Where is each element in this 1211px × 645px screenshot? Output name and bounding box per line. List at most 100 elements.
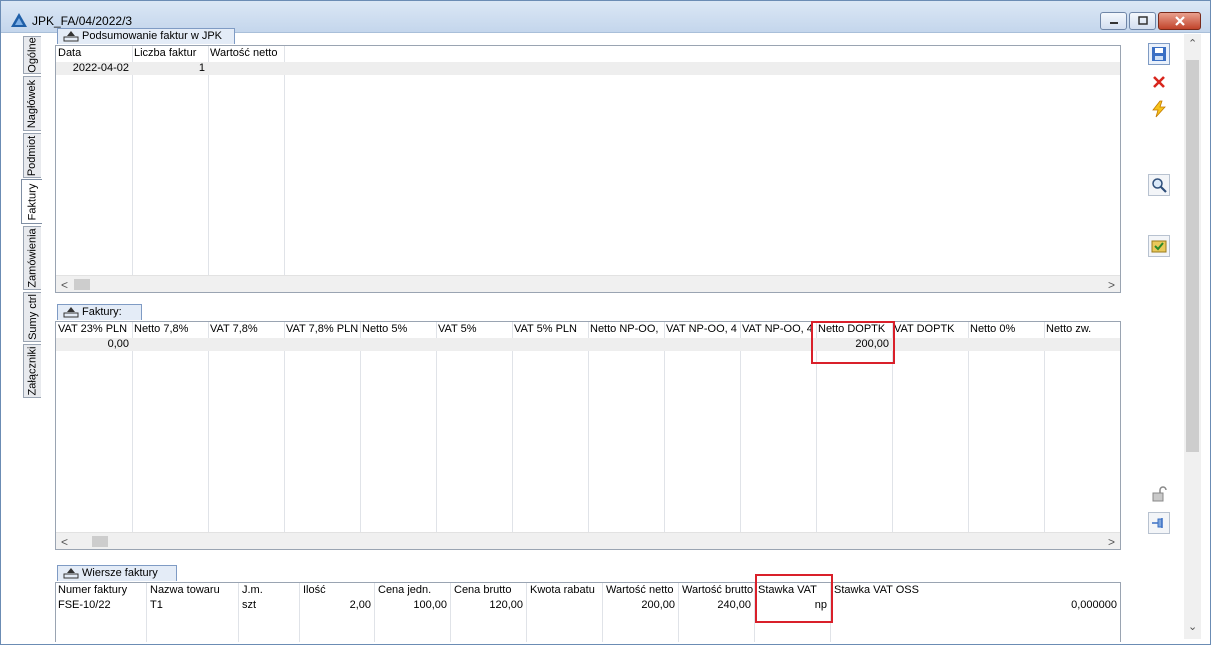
column-header[interactable]: J.m. <box>240 583 299 597</box>
column-divider <box>208 46 209 292</box>
table-row[interactable]: FSE-10/22 T1 szt 2,00 100,00 120,00 200,… <box>56 599 1120 612</box>
cell-unit: szt <box>242 599 257 611</box>
cell-net-value <box>208 62 284 75</box>
cell-vat-23-pln: 0,00 <box>107 338 129 350</box>
tab-naglowek[interactable]: Nagłówek <box>23 76 41 131</box>
column-divider <box>968 322 969 549</box>
column-header[interactable]: VAT NP-OO, 4 <box>664 322 740 336</box>
highlight-vat-rate <box>755 574 833 623</box>
delete-button[interactable] <box>1148 71 1170 93</box>
cell-invoice-number: FSE-10/22 <box>58 599 111 611</box>
cell-gross-price: 120,00 <box>489 599 523 611</box>
pin-button[interactable] <box>1148 512 1170 534</box>
column-divider <box>132 322 133 549</box>
column-divider <box>526 583 527 642</box>
column-header[interactable]: VAT DOPTK <box>892 322 968 336</box>
close-button[interactable] <box>1158 12 1201 30</box>
column-divider <box>238 583 239 642</box>
scroll-thumb[interactable] <box>74 279 90 290</box>
cell-extra-value: 0,000000 <box>1071 599 1117 611</box>
column-divider <box>374 583 375 642</box>
maximize-button[interactable] <box>1129 12 1156 30</box>
cell-net-value: 200,00 <box>641 599 675 611</box>
scroll-thumb[interactable] <box>92 536 108 547</box>
invoice-lines-section-tab[interactable]: Wiersze faktury <box>57 565 177 581</box>
cell-unit-price: 100,00 <box>413 599 447 611</box>
summary-section-tab[interactable]: Podsumowanie faktur w JPK <box>57 28 235 44</box>
tab-sumy-ctrl[interactable]: Sumy ctrl <box>23 292 41 342</box>
column-header[interactable]: VAT 7,8% <box>208 322 284 336</box>
approve-button[interactable] <box>1148 235 1170 257</box>
column-header[interactable]: Wartość brutto <box>680 583 754 597</box>
column-divider <box>208 322 209 549</box>
table-row[interactable]: 0,00 200,00 <box>56 338 1120 351</box>
jpk-window: JPK_FA/04/2022/3 Ogólne Nagłówek Podmiot… <box>0 0 1211 645</box>
horizontal-scrollbar[interactable]: < > <box>56 532 1120 549</box>
unlock-icon <box>1152 486 1167 502</box>
vertical-scrollbar[interactable]: ⌃ ⌄ <box>1184 34 1201 639</box>
tab-faktury[interactable]: Faktury <box>21 179 42 224</box>
column-divider <box>284 46 285 292</box>
table-row[interactable]: 2022-04-02 1 <box>56 62 1120 75</box>
column-header[interactable]: Netto 5% <box>360 322 436 336</box>
minimize-button[interactable] <box>1100 12 1127 30</box>
cell-quantity: 2,00 <box>349 599 371 611</box>
column-header[interactable]: VAT 5% <box>436 322 512 336</box>
tab-ogolne[interactable]: Ogólne <box>23 36 41 74</box>
column-header[interactable]: Kwota rabatu <box>528 583 602 597</box>
column-divider <box>664 322 665 549</box>
column-header[interactable]: Wartość netto <box>208 46 284 60</box>
column-header[interactable]: Netto zw. <box>1044 322 1120 336</box>
tab-zalaczniki[interactable]: Załączniki <box>23 344 41 398</box>
tab-podmiot[interactable]: Podmiot <box>23 133 41 178</box>
column-divider <box>740 322 741 549</box>
delete-icon <box>1153 76 1165 88</box>
invoice-lines-grid[interactable]: Numer faktury Nazwa towaru J.m. Ilość Ce… <box>55 582 1121 642</box>
scroll-down-icon[interactable]: ⌄ <box>1188 620 1197 633</box>
column-header[interactable]: Netto NP-OO, <box>588 322 664 336</box>
app-logo-icon <box>11 13 27 30</box>
save-button[interactable] <box>1148 43 1170 65</box>
scroll-up-icon[interactable]: ⌃ <box>1188 37 1197 50</box>
invoices-section-tab[interactable]: Faktury: <box>57 304 142 320</box>
scroll-left-icon[interactable]: < <box>61 535 68 549</box>
cell-item-name: T1 <box>150 599 163 611</box>
column-divider <box>436 322 437 549</box>
column-header[interactable]: Cena brutto <box>452 583 526 597</box>
cell-gross-value: 240,00 <box>717 599 751 611</box>
column-divider <box>132 46 133 292</box>
invoices-grid[interactable]: VAT 23% PLN Netto 7,8% VAT 7,8% VAT 7,8%… <box>55 321 1121 550</box>
minimize-icon <box>1109 22 1118 24</box>
column-divider <box>1044 322 1045 549</box>
column-header[interactable]: Numer faktury <box>56 583 146 597</box>
column-header[interactable]: Liczba faktur <box>132 46 208 60</box>
scroll-thumb[interactable] <box>1186 60 1199 452</box>
summary-grid[interactable]: Data Liczba faktur Wartość netto 2022-04… <box>55 45 1121 293</box>
horizontal-scrollbar[interactable]: < > <box>56 275 1120 292</box>
column-header[interactable]: VAT 7,8% PLN <box>284 322 360 336</box>
tab-zamowienia[interactable]: Zamówienia <box>23 226 41 290</box>
cell-date: 2022-04-02 <box>72 62 129 74</box>
scroll-right-icon[interactable]: > <box>1108 278 1115 292</box>
column-header[interactable] <box>936 583 1116 597</box>
column-header[interactable]: Wartość netto <box>604 583 678 597</box>
column-divider <box>360 322 361 549</box>
preview-button[interactable] <box>1148 174 1170 196</box>
column-header[interactable]: Data <box>56 46 132 60</box>
column-header[interactable]: Ilość <box>301 583 374 597</box>
column-header[interactable]: VAT 23% PLN <box>56 322 132 336</box>
execute-button[interactable] <box>1148 98 1170 120</box>
column-header[interactable]: Nazwa towaru <box>148 583 238 597</box>
column-header[interactable]: VAT NP-OO, 4 <box>740 322 816 336</box>
scroll-right-icon[interactable]: > <box>1108 535 1115 549</box>
scroll-left-icon[interactable]: < <box>61 278 68 292</box>
column-header[interactable]: Netto 0% <box>968 322 1044 336</box>
column-header[interactable]: VAT 5% PLN <box>512 322 588 336</box>
unlock-button[interactable] <box>1148 483 1170 505</box>
magnifier-icon <box>1152 178 1167 193</box>
column-header[interactable]: Stawka VAT OSS <box>832 583 932 597</box>
column-header[interactable]: Cena jedn. <box>376 583 450 597</box>
column-header[interactable]: Netto 7,8% <box>132 322 208 336</box>
pin-icon <box>1152 518 1163 528</box>
column-divider <box>512 322 513 549</box>
